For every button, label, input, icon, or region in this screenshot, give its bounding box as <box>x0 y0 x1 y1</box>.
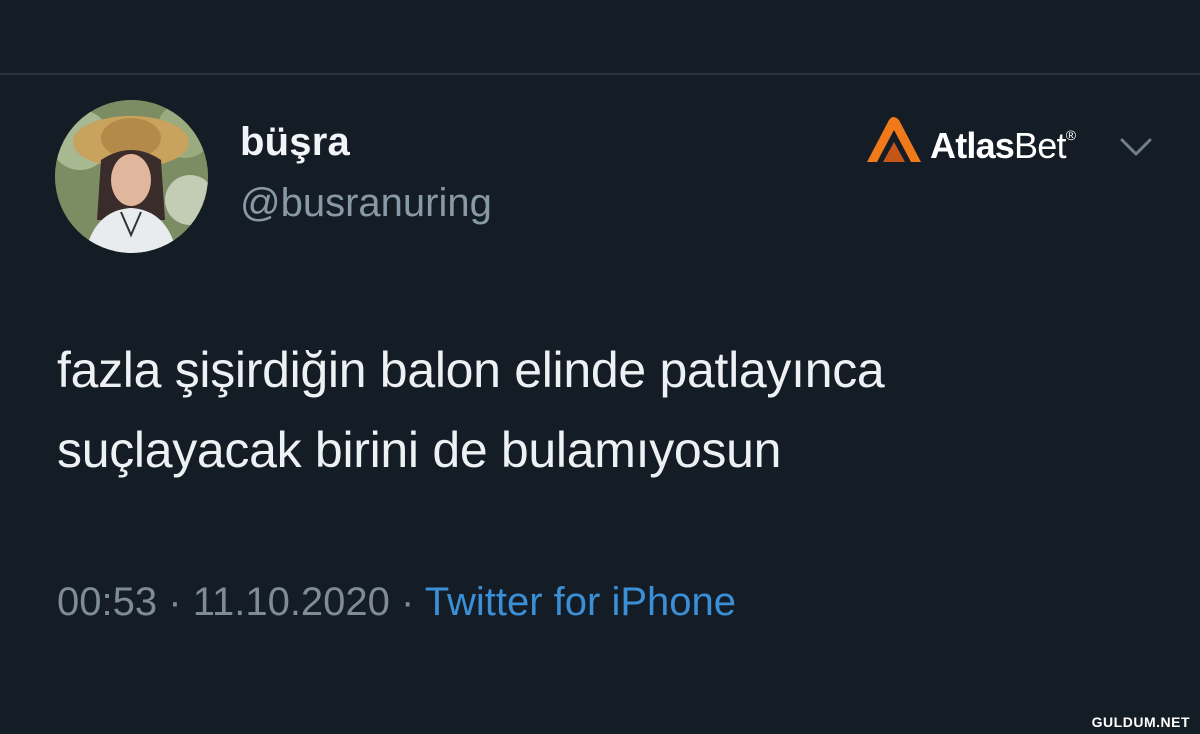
meta-separator: · <box>168 580 182 624</box>
registered-mark: ® <box>1065 127 1076 143</box>
tweet-text-line: fazla şişirdiğin balon elinde patlayınca <box>57 342 885 398</box>
tweet-source-link[interactable]: Twitter for iPhone <box>425 580 736 624</box>
user-handle[interactable]: @busranuring <box>240 181 492 226</box>
avatar-image <box>55 100 208 253</box>
meta-separator: · <box>401 580 415 624</box>
brand-name-thin: Bet <box>1014 125 1066 166</box>
tweet-screen: büşra @busranuring AtlasBet® fazla şişir… <box>0 0 1200 734</box>
tweet-text-line: suçlayacak birini de bulamıyosun <box>57 422 782 478</box>
tweet-text: fazla şişirdiğin balon elinde patlayınca… <box>57 330 1157 490</box>
chevron-down-icon <box>1120 138 1152 156</box>
profile-avatar[interactable] <box>55 100 208 253</box>
watermark: GULDUM.NET <box>1091 714 1190 730</box>
top-divider <box>0 73 1200 75</box>
tweet-date[interactable]: 11.10.2020 <box>193 580 390 624</box>
more-options-button[interactable] <box>1116 132 1156 162</box>
tweet-meta: 00:53 · 11.10.2020 · Twitter for iPhone <box>57 580 736 625</box>
tweet-time[interactable]: 00:53 <box>57 580 157 624</box>
display-name[interactable]: büşra <box>240 120 350 165</box>
brand-name: AtlasBet® <box>930 125 1076 167</box>
brand-name-bold: Atlas <box>930 125 1015 166</box>
